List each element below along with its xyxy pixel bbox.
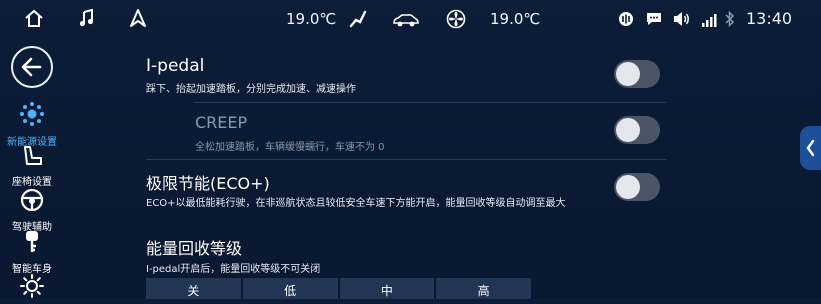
chevron-left-icon — [806, 139, 815, 157]
regen-level-selector[interactable]: 关 低 中 高 — [146, 278, 531, 299]
seat-icon — [24, 146, 42, 165]
creep-toggle[interactable] — [614, 116, 660, 144]
energy-settings-icon — [20, 102, 44, 126]
eco-subtitle: ECO+以最低能耗行驶，在非巡航状态且较低安全车速下方能开启，能量回收等级自动调… — [146, 198, 566, 209]
left-temperature[interactable]: 19.0℃ — [286, 10, 336, 28]
fan-icon[interactable] — [446, 9, 466, 33]
nav-label-seat-settings: 座椅设置 — [12, 177, 52, 188]
eco-title: 极限节能(ECO+) — [146, 174, 270, 193]
voice-icon[interactable] — [618, 11, 634, 31]
bluetooth-icon — [725, 10, 735, 32]
message-icon[interactable] — [646, 11, 662, 31]
status-bar: 19.0℃ 19.0℃ 13:40 — [0, 0, 821, 40]
nav-item-seat-settings[interactable]: 座椅设置 — [2, 145, 62, 188]
back-button[interactable] — [11, 46, 53, 88]
car-key-icon — [26, 231, 38, 252]
music-icon[interactable] — [79, 8, 95, 32]
regen-title: 能量回收等级 — [146, 239, 243, 258]
regen-option-medium[interactable]: 中 — [339, 278, 435, 299]
car-icon[interactable] — [392, 12, 420, 31]
eco-toggle[interactable] — [614, 173, 660, 201]
volume-icon[interactable] — [673, 11, 691, 31]
regen-option-high[interactable]: 高 — [436, 278, 531, 299]
navigation-icon[interactable] — [129, 9, 147, 32]
creep-title: CREEP — [195, 113, 248, 132]
nav-item-energy-settings[interactable]: 新能源设置 — [2, 101, 62, 148]
steering-wheel-icon — [20, 188, 44, 212]
toggle-knob — [616, 118, 640, 142]
ipedal-toggle[interactable] — [614, 60, 660, 88]
nav-item-display[interactable] — [2, 274, 62, 302]
back-icon — [21, 57, 42, 77]
route-icon[interactable] — [349, 10, 367, 32]
side-panel-handle[interactable] — [800, 126, 821, 170]
regen-option-off[interactable]: 关 — [146, 278, 241, 299]
toggle-knob — [616, 175, 640, 199]
creep-subtitle: 全松加速踏板，车辆缓慢蠕行，车速不为 0 — [195, 142, 385, 153]
signal-icon — [701, 12, 717, 31]
nav-item-smart-body[interactable]: 智能车身 — [2, 230, 62, 275]
ipedal-subtitle: 踩下、抬起加速踏板，分别完成加速、减速操作 — [146, 84, 356, 95]
divider — [146, 159, 666, 160]
divider — [194, 102, 666, 103]
nav-item-driving-assist[interactable]: 驾驶辅助 — [2, 188, 62, 233]
nav-label-smart-body: 智能车身 — [12, 264, 52, 275]
toggle-knob — [616, 62, 640, 86]
right-temperature[interactable]: 19.0℃ — [490, 10, 540, 28]
brightness-icon — [20, 274, 44, 298]
home-icon[interactable] — [24, 9, 44, 32]
regen-option-low[interactable]: 低 — [242, 278, 338, 299]
ipedal-title: I-pedal — [146, 56, 205, 76]
clock: 13:40 — [746, 9, 793, 28]
regen-subtitle: I-pedal开启后，能量回收等级不可关闭 — [146, 264, 321, 275]
